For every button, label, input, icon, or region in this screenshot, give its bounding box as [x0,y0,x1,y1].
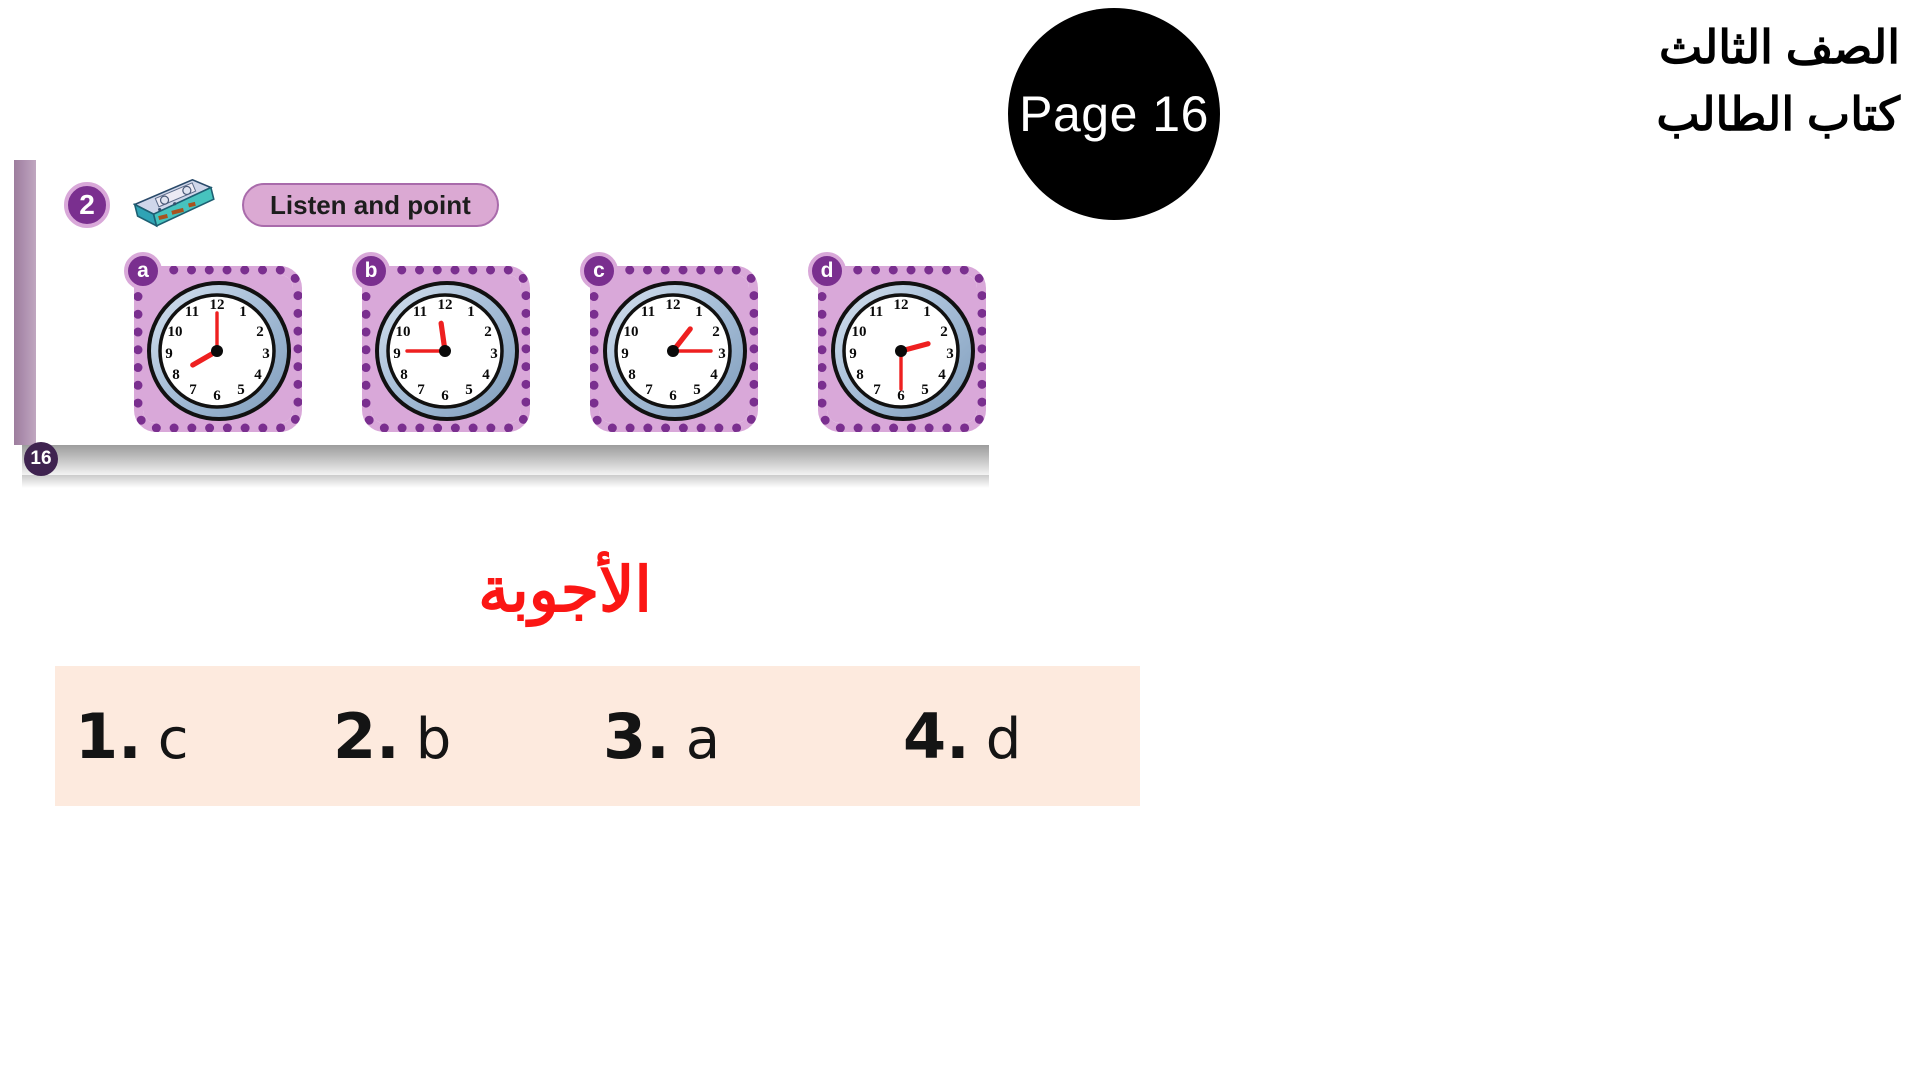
svg-text:7: 7 [417,382,425,398]
clock-face-d: 12 1 2 345 678 9 10 11 [830,280,976,422]
svg-text:6: 6 [441,388,449,404]
clock-item-a[interactable]: a 12 1 2 345 678 9 10 11 [124,252,304,432]
svg-text:10: 10 [396,324,411,340]
clock-item-d[interactable]: d 12 1 2 345 678 9 10 11 [808,252,988,432]
svg-text:5: 5 [921,382,929,398]
svg-text:4: 4 [482,367,490,383]
svg-text:8: 8 [400,367,408,383]
answer-number-1: 1. [75,699,142,773]
answer-number-4: 4. [903,699,970,773]
svg-text:9: 9 [621,346,629,362]
svg-text:10: 10 [852,324,867,340]
answer-value-3: a [685,706,721,772]
answer-value-2: b [415,706,452,772]
svg-text:3: 3 [262,346,270,362]
clock-list: a 12 1 2 345 678 9 10 11 b 12 1 2 3 4 5 … [124,252,1004,442]
clock-face-a: 12 1 2 345 678 9 10 11 [146,280,292,422]
task-instruction-pill: Listen and point [242,183,499,227]
answers-title: الأجوبة [478,556,652,625]
svg-text:10: 10 [624,324,639,340]
svg-text:9: 9 [393,346,401,362]
svg-text:1: 1 [239,304,247,320]
svg-text:11: 11 [413,304,427,320]
svg-text:1: 1 [695,304,703,320]
task-number-badge: 2 [64,182,110,228]
svg-text:3: 3 [490,346,498,362]
page-badge: Page 16 [1008,8,1220,220]
answer-number-3: 3. [603,699,670,773]
page-header: Page 16 الصف الثالث كتاب الطالب [1000,0,1920,230]
worksheet-page-number: 16 [24,442,58,476]
clock-label-b: b [352,252,390,290]
svg-text:7: 7 [645,382,653,398]
answer-number-2: 2. [333,699,400,773]
clock-face-c: 12 1 2 345 678 9 10 11 [602,280,748,422]
svg-text:9: 9 [849,346,857,362]
svg-text:8: 8 [856,367,864,383]
svg-text:6: 6 [213,388,221,404]
svg-text:10: 10 [168,324,183,340]
answer-value-4: d [985,706,1022,772]
svg-text:11: 11 [641,304,655,320]
svg-text:4: 4 [938,367,946,383]
task-header-row: 2 Listen and point [64,176,499,234]
svg-text:2: 2 [256,324,264,340]
clock-label-d: d [808,252,846,290]
sheet-spine [14,160,36,445]
answer-item-2: 2. b [333,700,603,773]
svg-text:2: 2 [484,324,492,340]
clock-item-b[interactable]: b 12 1 2 345 678 9 10 11 [352,252,532,432]
answer-item-1: 1. c [75,700,333,773]
clock-item-c[interactable]: c 12 1 2 345 678 9 10 11 [580,252,760,432]
book-title: كتاب الطالب [1656,87,1900,140]
svg-text:7: 7 [189,382,197,398]
svg-text:8: 8 [628,367,636,383]
clock-label-a: a [124,252,162,290]
svg-text:3: 3 [718,346,726,362]
answer-item-3: 3. a [603,700,903,773]
clock-face-b: 12 1 2 345 678 9 10 11 [374,280,520,422]
svg-text:5: 5 [237,382,245,398]
svg-text:4: 4 [254,367,262,383]
svg-text:12: 12 [210,297,225,313]
svg-text:3: 3 [946,346,954,362]
svg-text:12: 12 [438,297,453,313]
grade-title: الصف الثالث [1659,21,1900,73]
svg-text:12: 12 [894,297,909,313]
svg-text:1: 1 [467,304,475,320]
svg-text:9: 9 [165,346,173,362]
header-titles: الصف الثالث كتاب الطالب [1290,14,1900,147]
svg-text:1: 1 [923,304,931,320]
answer-value-1: c [157,706,189,772]
clock-label-c: c [580,252,618,290]
svg-text:11: 11 [185,304,199,320]
svg-text:4: 4 [710,367,718,383]
svg-text:5: 5 [465,382,473,398]
svg-text:2: 2 [940,324,948,340]
cassette-tape-icon [128,178,220,231]
answer-item-4: 4. d [903,700,1021,773]
svg-text:2: 2 [712,324,720,340]
sheet-footer-bar [22,445,989,488]
svg-text:6: 6 [669,388,677,404]
svg-text:8: 8 [172,367,180,383]
svg-text:5: 5 [693,382,701,398]
worksheet-sheet: 16 2 Listen and point a 12 1 2 3 4 5 6 7… [14,160,989,488]
svg-text:7: 7 [873,382,881,398]
svg-text:11: 11 [869,304,883,320]
svg-text:12: 12 [666,297,681,313]
answers-strip: 1. c 2. b 3. a 4. d [55,666,1140,806]
